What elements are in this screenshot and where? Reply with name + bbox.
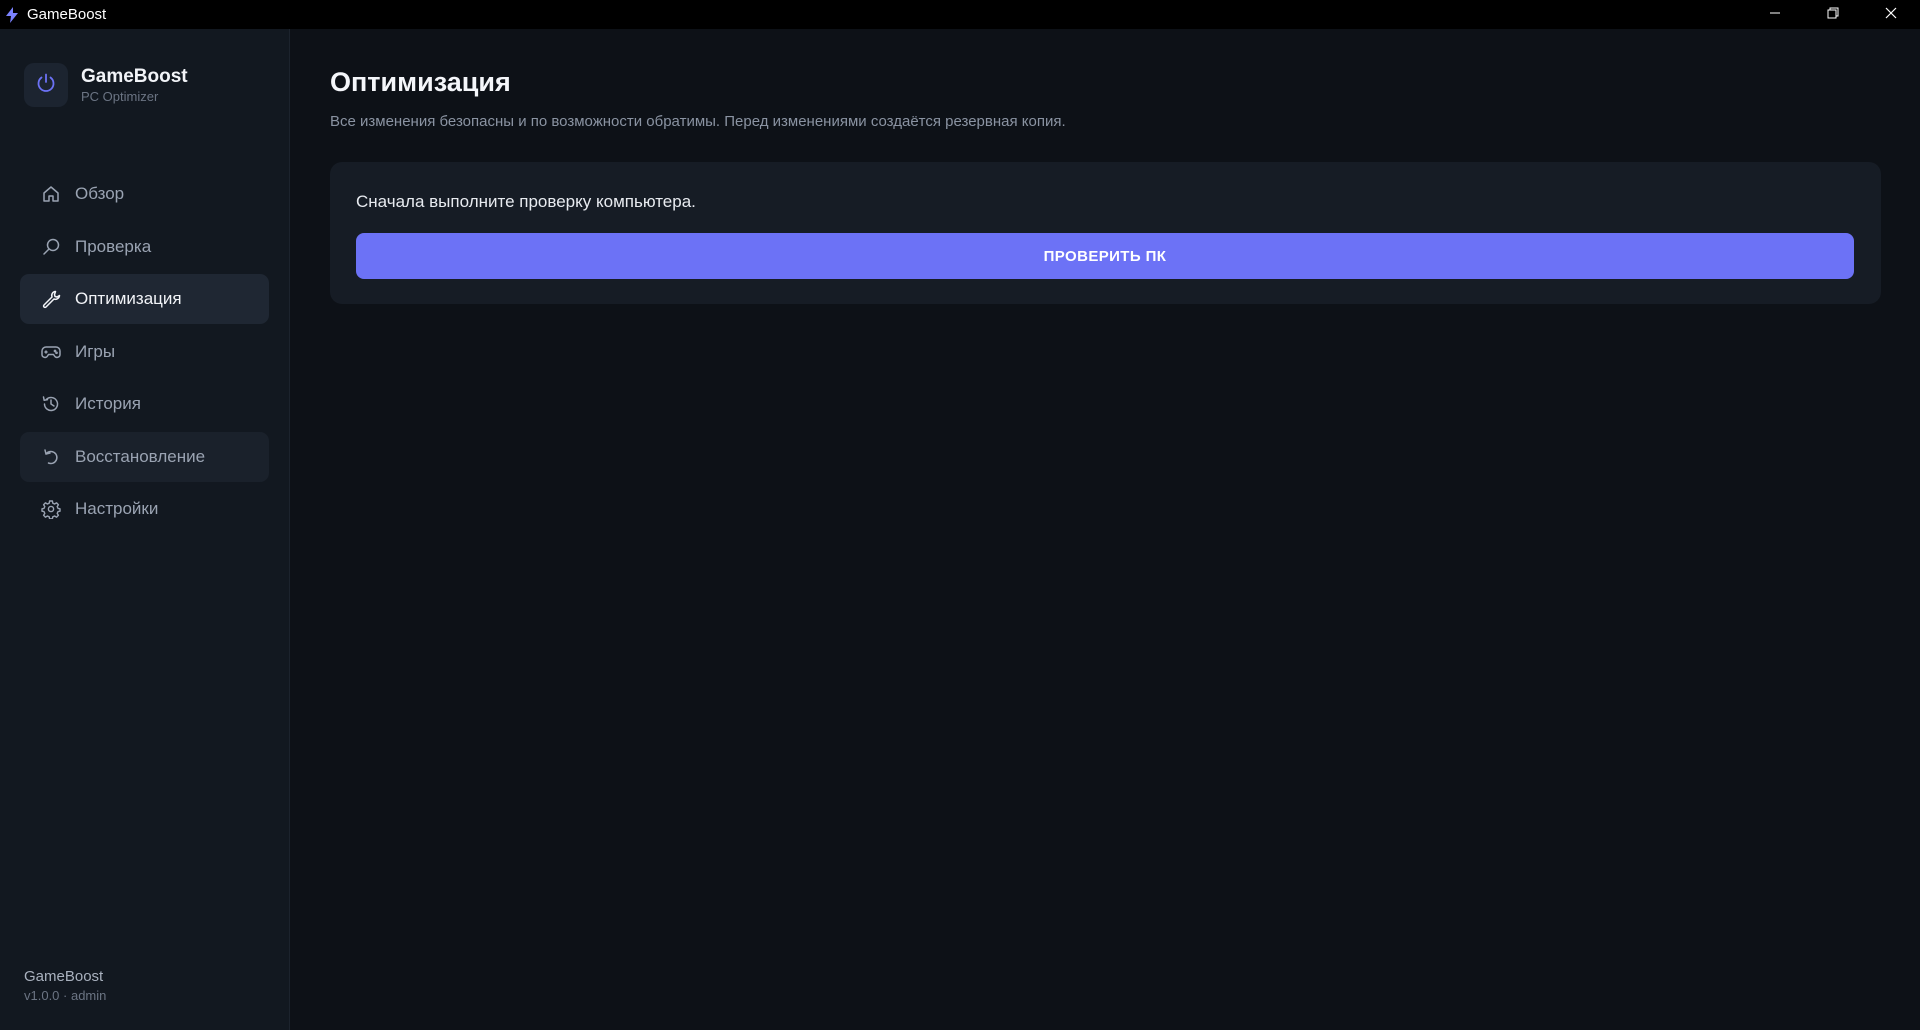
card-message: Сначала выполните проверку компьютера. xyxy=(356,192,696,211)
brand-subtitle: PC Optimizer xyxy=(81,88,159,104)
page-title: Оптимизация xyxy=(330,67,511,97)
sidebar-item-label: История xyxy=(75,394,141,413)
sidebar-item-settings[interactable]: Настройки xyxy=(20,484,269,534)
sidebar-item-restore[interactable]: Восстановление xyxy=(20,431,269,482)
footer-app-name: GameBoost xyxy=(24,968,104,985)
sidebar-item-history[interactable]: История xyxy=(20,379,269,429)
check-pc-button[interactable]: ПРОВЕРИТЬ ПК xyxy=(356,233,1854,279)
minimize-button[interactable] xyxy=(1746,0,1804,29)
search-icon xyxy=(40,236,62,258)
brand-logo xyxy=(24,63,68,107)
gamepad-icon xyxy=(40,341,62,363)
brand: GameBoost PC Optimizer xyxy=(24,63,188,107)
lightning-icon xyxy=(4,6,20,23)
sidebar-item-optimization[interactable]: Оптимизация xyxy=(20,274,269,324)
history-icon xyxy=(40,393,62,415)
page-subtitle: Все изменения безопасны и по возможности… xyxy=(330,113,1066,130)
sidebar-item-overview[interactable]: Обзор xyxy=(20,169,269,219)
main-content: Оптимизация Все изменения безопасны и по… xyxy=(290,29,1920,1030)
scan-required-card: Сначала выполните проверку компьютера. П… xyxy=(330,162,1881,304)
restore-icon xyxy=(1827,6,1839,24)
window-titlebar: GameBoost xyxy=(0,0,1920,29)
sidebar-item-label: Игры xyxy=(75,341,116,361)
home-icon xyxy=(40,183,62,205)
power-icon xyxy=(35,72,57,99)
sidebar-item-scan[interactable]: Проверка xyxy=(20,222,269,272)
close-button[interactable] xyxy=(1862,0,1920,29)
sidebar-footer: GameBoost v1.0.0 · admin xyxy=(24,967,106,1005)
sidebar-item-games[interactable]: Игры xyxy=(20,327,269,377)
brand-name: GameBoost xyxy=(81,65,188,87)
sidebar-item-label: Восстановление xyxy=(75,446,206,466)
sidebar: GameBoost PC Optimizer Обзор Проверка Оп… xyxy=(0,29,290,1030)
window-title: GameBoost xyxy=(27,6,107,23)
sidebar-item-label: Оптимизация xyxy=(75,289,182,308)
restore-button[interactable] xyxy=(1804,0,1862,29)
sidebar-item-label: Обзор xyxy=(75,184,125,203)
footer-version: v1.0.0 · admin xyxy=(24,988,107,1003)
window-controls xyxy=(1746,0,1920,29)
sidebar-nav: Обзор Проверка Оптимизация Игры История … xyxy=(20,169,269,537)
sidebar-item-label: Настройки xyxy=(75,499,159,518)
wrench-icon xyxy=(40,288,62,310)
undo-icon xyxy=(40,446,62,468)
minimize-icon xyxy=(1769,6,1781,24)
close-icon xyxy=(1885,6,1897,24)
gear-icon xyxy=(40,498,62,520)
sidebar-item-label: Проверка xyxy=(75,236,152,256)
